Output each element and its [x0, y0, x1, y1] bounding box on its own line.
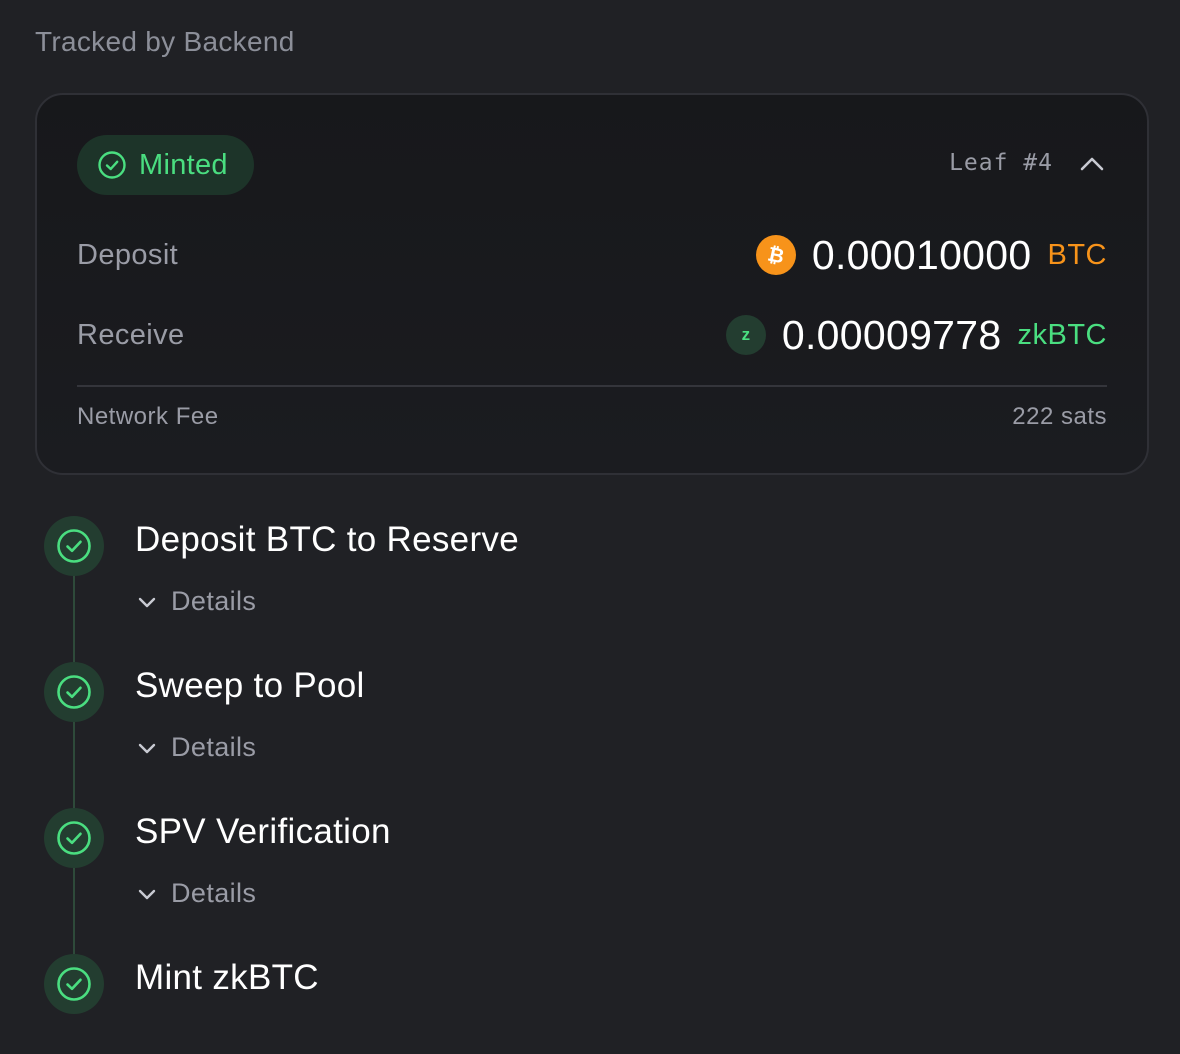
section-title: Tracked by Backend: [35, 26, 295, 57]
deposit-amount-group: ₿ 0.00010000 BTC: [755, 231, 1107, 279]
network-fee-label: Network Fee: [77, 403, 219, 430]
receive-label: Receive: [77, 318, 185, 351]
deposit-unit: BTC: [1047, 238, 1107, 271]
step-title: Mint zkBTC: [135, 958, 319, 997]
receive-row: Receive z 0.00009778 zkBTC: [77, 311, 1107, 359]
details-toggle[interactable]: Details: [137, 586, 256, 617]
network-fee-value: 222 sats: [1012, 403, 1107, 430]
step-title: SPV Verification: [135, 812, 391, 851]
deposit-row: Deposit ₿ 0.00010000 BTC: [77, 231, 1107, 279]
details-toggle[interactable]: Details: [137, 878, 256, 909]
chevron-down-icon: [138, 597, 156, 607]
status-badge-label: Minted: [139, 148, 228, 181]
check-circle-icon: [57, 967, 91, 1001]
receive-unit: zkBTC: [1017, 318, 1107, 351]
check-circle-icon: [57, 675, 91, 709]
check-circle-icon: [57, 529, 91, 563]
transaction-card: Minted Leaf #4 Deposit ₿ 0.00010000 BTC …: [35, 93, 1149, 475]
status-badge: Minted: [77, 135, 254, 195]
step-complete-icon: [44, 954, 104, 1014]
chevron-down-icon: [138, 889, 156, 899]
receive-amount-group: z 0.00009778 zkBTC: [725, 311, 1107, 359]
step-complete-icon: [44, 516, 104, 576]
network-fee-row: Network Fee 222 sats: [77, 403, 1107, 431]
deposit-label: Deposit: [77, 238, 179, 271]
check-circle-icon: [57, 821, 91, 855]
check-circle-icon: [98, 151, 126, 179]
receive-amount: 0.00009778: [781, 311, 1002, 358]
svg-text:₿: ₿: [765, 243, 786, 267]
chevron-down-icon: [138, 743, 156, 753]
timeline-connector: [73, 560, 75, 960]
step-title: Sweep to Pool: [135, 666, 365, 705]
chevron-up-icon: [1080, 157, 1104, 171]
step-title: Deposit BTC to Reserve: [135, 520, 519, 559]
step-complete-icon: [44, 808, 104, 868]
zkbtc-icon: z: [725, 315, 766, 355]
details-label: Details: [171, 878, 257, 908]
deposit-amount: 0.00010000: [811, 231, 1032, 278]
divider: [77, 385, 1107, 387]
details-label: Details: [171, 732, 257, 762]
bitcoin-icon: ₿: [755, 235, 796, 275]
details-toggle[interactable]: Details: [137, 732, 256, 763]
bitcoin-symbol: ₿: [765, 243, 786, 267]
step-complete-icon: [44, 662, 104, 722]
collapse-button[interactable]: [1077, 149, 1107, 179]
details-label: Details: [171, 586, 257, 616]
leaf-label: Leaf #4: [949, 150, 1053, 176]
